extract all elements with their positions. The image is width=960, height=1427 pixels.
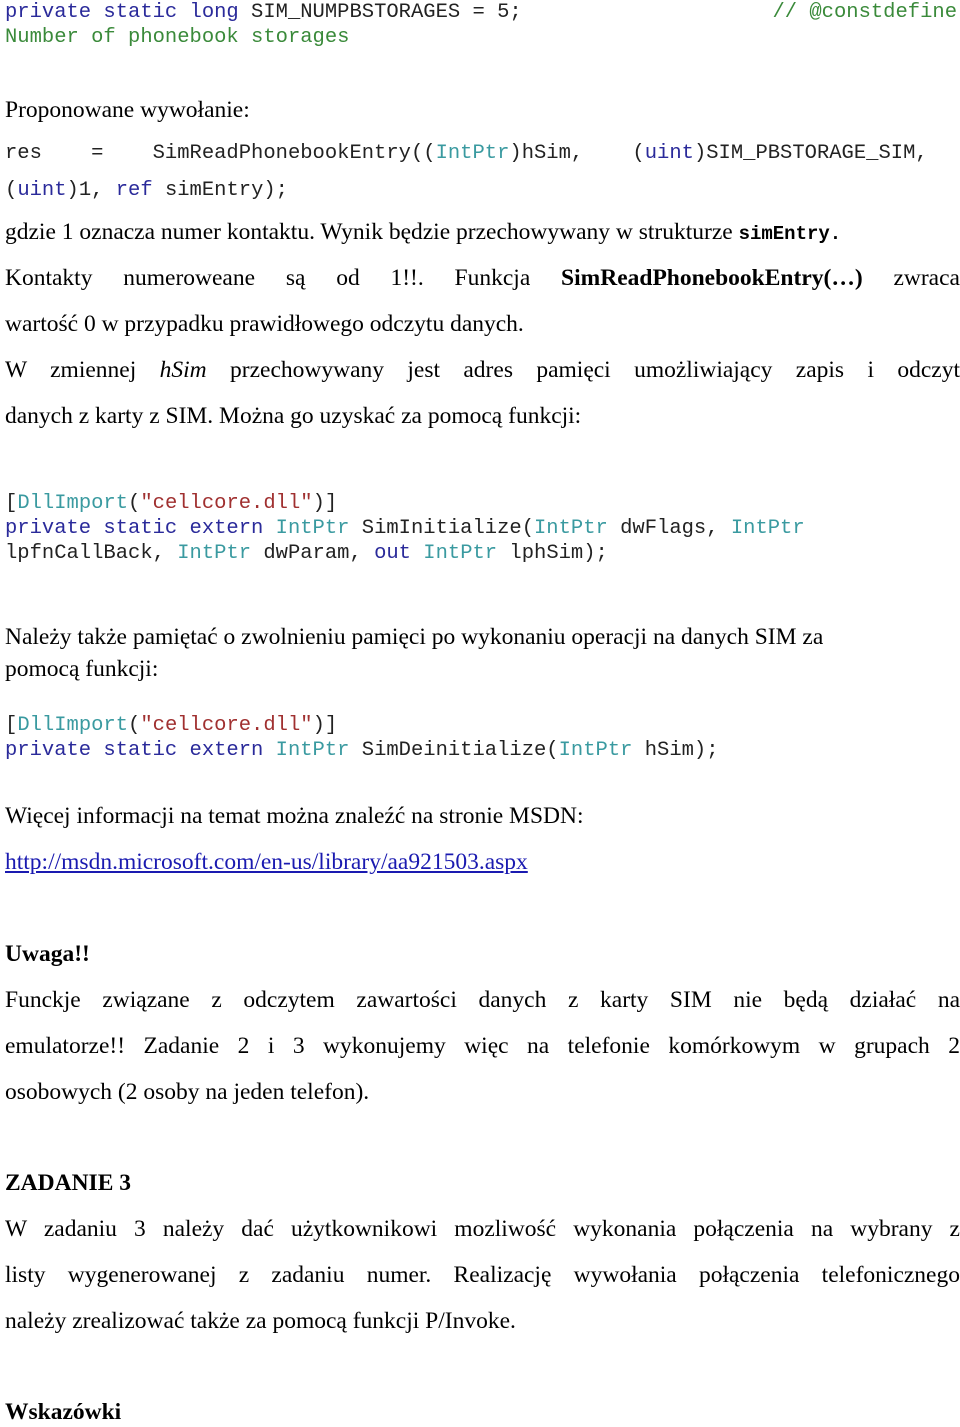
code-comment-continued: Number of phonebook storages (5, 26, 350, 49)
code-type: IntPtr (534, 517, 608, 540)
code-string: "cellcore.dll" (140, 492, 313, 515)
code-line-call-2: (uint)1, ref simEntry); (5, 178, 288, 203)
text: gdzie 1 oznacza numer kontaktu. Wynik bę… (5, 219, 739, 245)
code-type: IntPtr (423, 542, 498, 565)
code-attribute: [DllImport("cellcore.dll")] (5, 491, 337, 516)
hints-title: Wskazówki (5, 1399, 122, 1425)
text: W zmiennej (5, 357, 160, 383)
text: przechowywany jest adres pamięci umożliw… (206, 357, 960, 383)
code-type: IntPtr (558, 739, 633, 762)
code-text: SimInitialize( (349, 517, 534, 540)
para-hsim-line-1: W zmiennej hSim przechowywany jest adres… (5, 355, 960, 385)
para-hsim-line-2: danych z karty z SIM. Można go uzyskać z… (5, 403, 582, 429)
code-text: )] (312, 492, 338, 515)
text: Kontakty numeroweane są od 1!!. Funkcja (5, 265, 562, 291)
code-text: ( (128, 714, 141, 737)
code-string: "cellcore.dll" (140, 714, 313, 737)
code-text: dwFlags, (607, 517, 731, 540)
task3-title: ZADANIE 3 (5, 1170, 132, 1196)
code-line-siminitialize-1: private static extern IntPtr SimInitiali… (5, 516, 805, 541)
code-text: )1, (66, 179, 116, 202)
code-text: )] (312, 714, 338, 737)
variable-name: hSim (159, 357, 207, 383)
code-line-call-1: res = SimReadPhonebookEntry((IntPtr)hSim… (5, 141, 928, 166)
task3-line-3: należy zrealizować także za pomocą funkc… (5, 1308, 516, 1334)
function-name: SimReadPhonebookEntry(…) (561, 265, 863, 291)
code-keyword: out (374, 542, 411, 565)
code-keyword: ref (115, 179, 153, 202)
code-text: res = SimReadPhonebookEntry(( (5, 142, 436, 165)
code-comment: // @constdefine (772, 1, 957, 24)
code-type: IntPtr (275, 517, 350, 540)
code-type: IntPtr (177, 542, 252, 565)
code-attribute: [DllImport("cellcore.dll")] (5, 713, 337, 738)
task3-line-1: W zadaniu 3 należy dać użytkownikowi moz… (5, 1216, 960, 1242)
code-line-constant: private static long SIM_NUMPBSTORAGES = … (5, 0, 522, 25)
para-free-memory-line-2: pomocą funkcji: (5, 656, 159, 682)
text: zwraca (862, 265, 960, 291)
code-text: lphSim); (497, 542, 608, 565)
code-keyword: uint (644, 142, 694, 165)
warning-line-1: Funckje związane z odczytem zawartości d… (5, 987, 960, 1013)
code-text: hSim); (632, 739, 719, 762)
code-type: DllImport (17, 714, 129, 737)
code-line-simdeinitialize: private static extern IntPtr SimDeinitia… (5, 738, 719, 763)
code-keyword: private static extern (5, 739, 264, 762)
code-text: [ (5, 492, 18, 515)
warning-title: Uwaga!! (5, 941, 90, 967)
para-free-memory-line-1: Należy także pamiętać o zwolnieniu pamię… (5, 624, 824, 650)
task3-line-2: listy wygenerowanej z zadaniu numer. Rea… (5, 1262, 960, 1288)
para-result-line-1: gdzie 1 oznacza numer kontaktu. Wynik bę… (5, 217, 841, 249)
code-type: IntPtr (730, 517, 805, 540)
code-text: SIM_NUMPBSTORAGES = 5; (238, 1, 522, 24)
para-result-line-2: Kontakty numeroweane są od 1!!. Funkcja … (5, 263, 960, 293)
para-result-line-3: wartość 0 w przypadku prawidłowego odczy… (5, 311, 524, 337)
code-type: IntPtr (275, 739, 350, 762)
more-info-text: Więcej informacji na temat można znaleźć… (5, 803, 584, 829)
inline-code: simEntry (738, 223, 830, 245)
code-keyword: private static long (5, 1, 239, 24)
warning-line-3: osobowych (2 osoby na jeden telefon). (5, 1079, 370, 1105)
warning-line-2: emulatorze!! Zadanie 2 i 3 wykonujemy wi… (5, 1033, 960, 1059)
code-text: simEntry); (152, 179, 288, 202)
code-text: dwParam, (251, 542, 375, 565)
code-text: )hSim, ( (509, 142, 645, 165)
code-line-siminitialize-2: lpfnCallBack, IntPtr dwParam, out IntPtr… (5, 541, 608, 566)
code-keyword: uint (17, 179, 67, 202)
text: . (829, 223, 842, 245)
code-text: ( (128, 492, 141, 515)
code-keyword: private static extern (5, 517, 264, 540)
code-text: lpfnCallBack, (5, 542, 178, 565)
code-text: )SIM_PBSTORAGE_SIM, (693, 142, 928, 165)
code-text: ( (5, 179, 18, 202)
msdn-link[interactable]: http://msdn.microsoft.com/en-us/library/… (5, 849, 528, 875)
code-type: IntPtr (435, 142, 510, 165)
code-text: [ (5, 714, 18, 737)
proposed-call-label: Proponowane wywołanie: (5, 97, 250, 123)
code-text: SimDeinitialize( (349, 739, 559, 762)
code-type: DllImport (17, 492, 129, 515)
